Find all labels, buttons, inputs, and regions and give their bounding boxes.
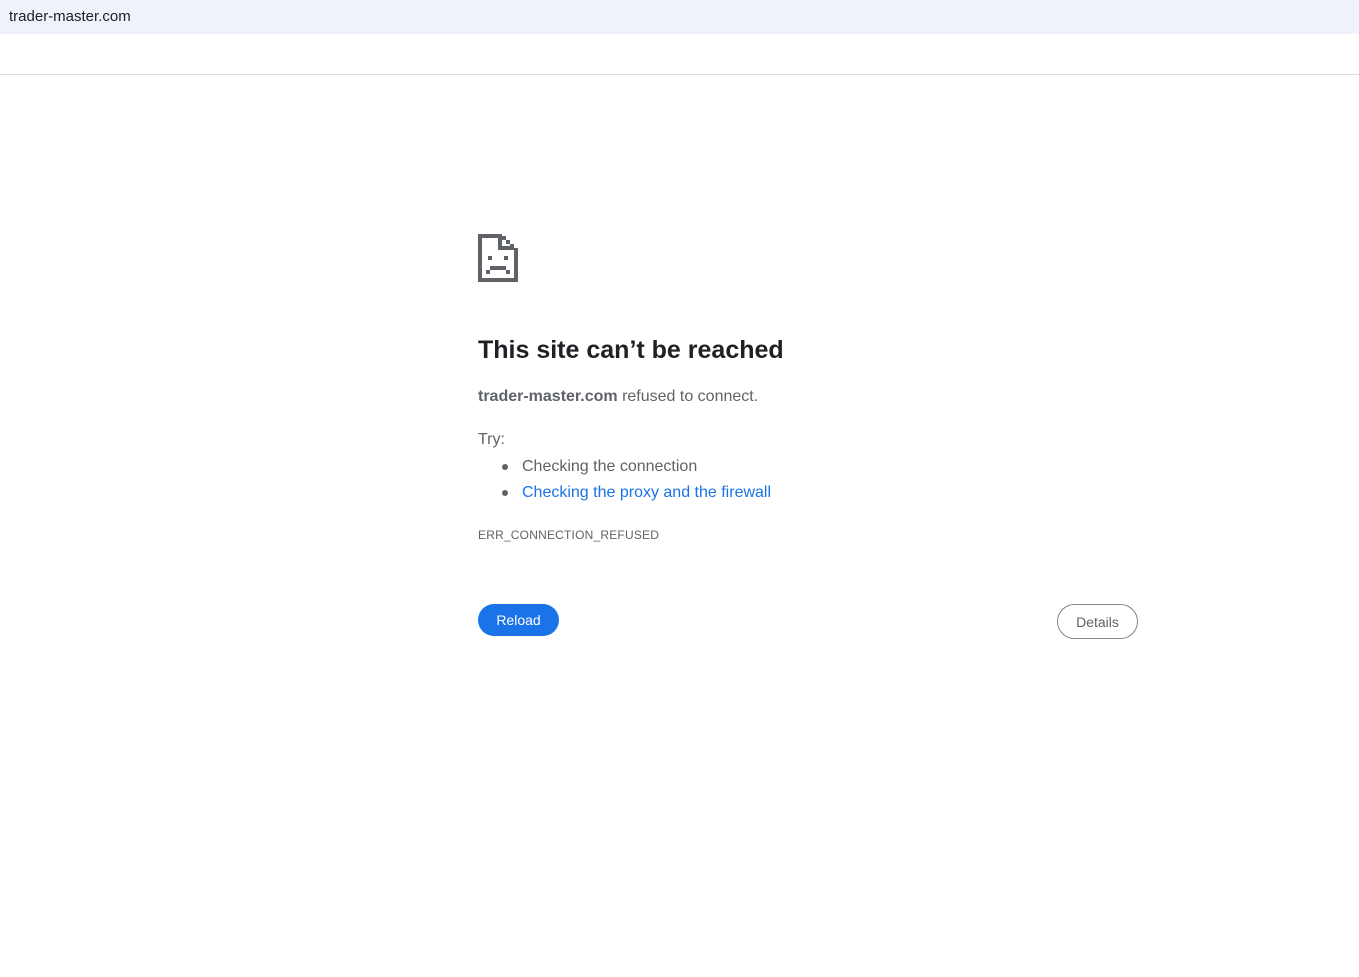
suggestions-list: Checking the connection Checking the pro… (478, 454, 771, 506)
details-button[interactable]: Details (1057, 604, 1138, 639)
error-page-content: This site can’t be reached trader-master… (478, 232, 1138, 652)
bullet-icon (502, 490, 508, 496)
address-bar-url[interactable]: trader-master.com (9, 8, 131, 26)
error-message-suffix: refused to connect. (617, 388, 759, 405)
proxy-firewall-link[interactable]: Checking the proxy and the firewall (522, 484, 771, 501)
toolbar-divider (0, 74, 1359, 75)
suggestion-check-connection: Checking the connection (522, 458, 698, 475)
suggestion-item: Checking the connection (478, 454, 771, 480)
sad-page-icon (478, 234, 518, 282)
bullet-icon (502, 464, 508, 470)
error-code: ERR_CONNECTION_REFUSED (478, 528, 660, 542)
try-label: Try: (478, 431, 505, 448)
address-bar[interactable]: trader-master.com (0, 0, 1359, 34)
error-host: trader-master.com (478, 388, 618, 405)
reload-button[interactable]: Reload (478, 604, 559, 636)
suggestion-item: Checking the proxy and the firewall (478, 480, 771, 506)
error-message: trader-master.com refused to connect. (478, 386, 758, 408)
error-title: This site can’t be reached (478, 336, 784, 364)
